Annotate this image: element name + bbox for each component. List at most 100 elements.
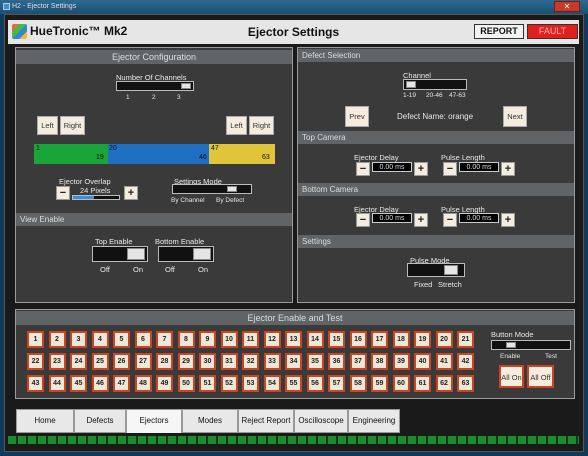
tab-oscilloscope[interactable]: Oscilloscope xyxy=(294,409,348,433)
prev-defect-button[interactable]: Prev xyxy=(345,106,369,127)
channels-slider-thumb[interactable] xyxy=(181,83,191,89)
ejector-button-32[interactable]: 32 xyxy=(242,353,259,370)
defect-channel-thumb[interactable] xyxy=(406,81,416,88)
ejector-button-60[interactable]: 60 xyxy=(392,375,410,392)
ejector-button-57[interactable]: 57 xyxy=(328,375,345,392)
ejector-button-46[interactable]: 46 xyxy=(91,375,109,392)
settings-mode-slider[interactable] xyxy=(172,184,252,194)
ejector-button-40[interactable]: 40 xyxy=(414,353,431,370)
ejector-button-21[interactable]: 21 xyxy=(457,331,474,348)
ejector-button-30[interactable]: 30 xyxy=(199,353,216,370)
ejector-button-55[interactable]: 55 xyxy=(285,375,302,392)
top-pulse-minus-button[interactable]: − xyxy=(443,162,457,176)
overlap-minus-button[interactable]: − xyxy=(56,186,70,200)
top-pulse-plus-button[interactable]: + xyxy=(501,162,515,176)
left-shift-right-button[interactable]: Right xyxy=(60,116,85,135)
all-off-button[interactable]: All Off xyxy=(527,365,554,388)
tab-ejectors[interactable]: Ejectors xyxy=(126,409,182,433)
ejector-button-36[interactable]: 36 xyxy=(328,353,345,370)
ejector-button-62[interactable]: 62 xyxy=(435,375,453,392)
top-delay-plus-button[interactable]: + xyxy=(414,162,428,176)
ejector-button-26[interactable]: 26 xyxy=(113,353,130,370)
ejector-button-37[interactable]: 37 xyxy=(349,353,367,370)
top-enable-toggle[interactable] xyxy=(92,246,148,262)
ejector-button-17[interactable]: 17 xyxy=(371,331,388,348)
bottom-pulse-plus-button[interactable]: + xyxy=(501,213,515,227)
ejector-button-59[interactable]: 59 xyxy=(371,375,388,392)
ejector-button-54[interactable]: 54 xyxy=(263,375,281,392)
ejector-button-22[interactable]: 22 xyxy=(27,353,44,370)
overlap-plus-button[interactable]: + xyxy=(124,186,138,200)
ejector-button-20[interactable]: 20 xyxy=(435,331,453,348)
ejector-button-56[interactable]: 56 xyxy=(306,375,324,392)
ejector-button-24[interactable]: 24 xyxy=(70,353,87,370)
bottom-pulse-minus-button[interactable]: − xyxy=(443,213,457,227)
ejector-button-18[interactable]: 18 xyxy=(392,331,410,348)
top-delay-minus-button[interactable]: − xyxy=(356,162,370,176)
ejector-button-53[interactable]: 53 xyxy=(242,375,259,392)
left-shift-left-button[interactable]: Left xyxy=(37,116,58,135)
next-defect-button[interactable]: Next xyxy=(503,106,527,127)
ejector-button-9[interactable]: 9 xyxy=(199,331,216,348)
ejector-button-6[interactable]: 6 xyxy=(134,331,152,348)
ejector-button-47[interactable]: 47 xyxy=(113,375,130,392)
bottom-delay-minus-button[interactable]: − xyxy=(356,213,370,227)
ejector-button-19[interactable]: 19 xyxy=(414,331,431,348)
bottom-enable-thumb[interactable] xyxy=(193,248,211,260)
tab-engineering[interactable]: Engineering xyxy=(348,409,400,433)
ejector-button-43[interactable]: 43 xyxy=(27,375,44,392)
ejector-button-42[interactable]: 42 xyxy=(457,353,474,370)
top-enable-thumb[interactable] xyxy=(127,248,145,260)
window-close-button[interactable]: ✕ xyxy=(554,1,580,12)
ejector-button-2[interactable]: 2 xyxy=(48,331,66,348)
ejector-button-45[interactable]: 45 xyxy=(70,375,87,392)
right-shift-right-button[interactable]: Right xyxy=(249,116,274,135)
pulse-mode-toggle[interactable] xyxy=(407,263,465,277)
ejector-button-4[interactable]: 4 xyxy=(91,331,109,348)
ejector-button-50[interactable]: 50 xyxy=(177,375,195,392)
ejector-button-51[interactable]: 51 xyxy=(199,375,216,392)
ejector-button-16[interactable]: 16 xyxy=(349,331,367,348)
tab-reject-report[interactable]: Reject Report xyxy=(238,409,294,433)
ejector-button-7[interactable]: 7 xyxy=(156,331,173,348)
pulse-mode-thumb[interactable] xyxy=(444,265,458,275)
ejector-button-39[interactable]: 39 xyxy=(392,353,410,370)
right-shift-left-button[interactable]: Left xyxy=(226,116,247,135)
ejector-button-8[interactable]: 8 xyxy=(177,331,195,348)
ejector-button-15[interactable]: 15 xyxy=(328,331,345,348)
ejector-button-38[interactable]: 38 xyxy=(371,353,388,370)
ejector-button-41[interactable]: 41 xyxy=(435,353,453,370)
button-mode-slider[interactable] xyxy=(491,340,571,350)
ejector-button-31[interactable]: 31 xyxy=(220,353,238,370)
ejector-button-27[interactable]: 27 xyxy=(134,353,152,370)
tab-home[interactable]: Home xyxy=(16,409,74,433)
tab-modes[interactable]: Modes xyxy=(182,409,238,433)
ejector-button-29[interactable]: 29 xyxy=(177,353,195,370)
ejector-button-23[interactable]: 23 xyxy=(48,353,66,370)
ejector-button-35[interactable]: 35 xyxy=(306,353,324,370)
bottom-enable-toggle[interactable] xyxy=(158,246,214,262)
ejector-button-52[interactable]: 52 xyxy=(220,375,238,392)
channels-slider[interactable] xyxy=(116,81,194,91)
ejector-button-63[interactable]: 63 xyxy=(457,375,474,392)
report-button[interactable]: REPORT xyxy=(474,24,524,39)
defect-channel-slider[interactable] xyxy=(403,79,467,90)
ejector-button-3[interactable]: 3 xyxy=(70,331,87,348)
ejector-button-25[interactable]: 25 xyxy=(91,353,109,370)
button-mode-thumb[interactable] xyxy=(506,342,516,348)
ejector-button-10[interactable]: 10 xyxy=(220,331,238,348)
all-on-button[interactable]: All On xyxy=(499,365,524,388)
tab-defects[interactable]: Defects xyxy=(74,409,126,433)
ejector-button-1[interactable]: 1 xyxy=(27,331,44,348)
ejector-button-33[interactable]: 33 xyxy=(263,353,281,370)
ejector-button-34[interactable]: 34 xyxy=(285,353,302,370)
ejector-button-28[interactable]: 28 xyxy=(156,353,173,370)
bottom-delay-plus-button[interactable]: + xyxy=(414,213,428,227)
ejector-button-12[interactable]: 12 xyxy=(263,331,281,348)
ejector-button-58[interactable]: 58 xyxy=(349,375,367,392)
ejector-button-48[interactable]: 48 xyxy=(134,375,152,392)
ejector-button-61[interactable]: 61 xyxy=(414,375,431,392)
ejector-button-14[interactable]: 14 xyxy=(306,331,324,348)
settings-mode-thumb[interactable] xyxy=(227,186,237,192)
ejector-button-11[interactable]: 11 xyxy=(242,331,259,348)
